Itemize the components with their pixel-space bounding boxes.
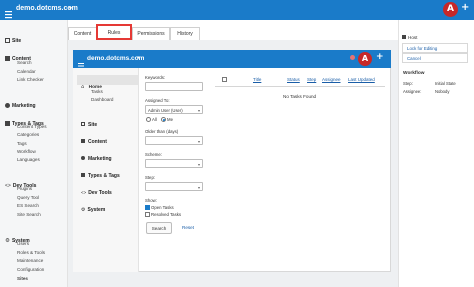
inner-nav-types-tags[interactable]: Types & Tags xyxy=(81,164,120,182)
resolved-tasks-label: Resolved Tasks xyxy=(151,212,182,217)
sidebar-item-marketing[interactable]: Marketing xyxy=(5,94,36,112)
sidebar-sub-maintenance[interactable]: Maintenance xyxy=(17,258,43,263)
chevron-down-icon: ▾ xyxy=(197,139,200,144)
sidebar-sub-calendar[interactable]: Calendar xyxy=(17,69,36,74)
resolved-tasks-checkbox[interactable] xyxy=(145,212,150,217)
workflow-step-key: Step: xyxy=(403,81,413,86)
select-all-checkbox[interactable] xyxy=(222,77,227,82)
step-select[interactable]: ▾ xyxy=(145,182,203,191)
assigned-to-select[interactable]: Admin User (User) ▾ xyxy=(145,105,203,114)
show-label: Show: xyxy=(145,198,157,203)
sidebar-sub-link-checker[interactable]: Link Checker xyxy=(17,77,44,82)
add-icon[interactable]: + xyxy=(461,2,469,13)
inner-notification-icon[interactable] xyxy=(350,55,355,60)
inner-types-icon xyxy=(81,173,85,177)
sidebar-sub-languages[interactable]: Languages xyxy=(17,157,40,162)
types-icon xyxy=(5,121,10,126)
tab-content[interactable]: Content xyxy=(68,27,97,40)
gear-icon: ⚙ xyxy=(5,238,10,244)
open-tasks-checkbox[interactable] xyxy=(145,205,150,210)
sidebar-sub-users[interactable]: Users xyxy=(17,241,29,246)
column-title[interactable]: Title xyxy=(253,77,261,82)
sidebar-sub-workflow[interactable]: Workflow xyxy=(17,149,36,154)
home-icon: ⌂ xyxy=(81,84,85,90)
chevron-down-icon: ▾ xyxy=(197,108,200,113)
results-table: Title Status Step Assignee Last Updated … xyxy=(215,76,385,106)
assigned-to-label: Assigned To: xyxy=(145,98,170,103)
sidebar-sub-search[interactable]: Search xyxy=(17,60,32,65)
inner-nav-tasks[interactable]: Tasks xyxy=(91,89,103,94)
code-icon: <> xyxy=(5,183,11,189)
sidebar-sub-roles-tools[interactable]: Roles & Tools xyxy=(17,250,45,255)
inner-nav-system[interactable]: ⚙ System xyxy=(81,198,105,216)
column-step[interactable]: Step xyxy=(307,77,316,82)
reset-link[interactable]: Reset xyxy=(182,225,194,230)
sidebar-sub-categories[interactable]: Categories xyxy=(17,132,39,137)
inner-site-selector[interactable]: demo.dotcms.com xyxy=(87,55,144,62)
sidebar-sub-sites[interactable]: Sites xyxy=(17,276,28,281)
cancel-link[interactable]: Cancel xyxy=(402,53,468,63)
keywords-input[interactable] xyxy=(145,82,203,91)
top-bar: demo.dotcms.com ▾ A + xyxy=(0,0,474,20)
avatar[interactable]: A xyxy=(443,2,458,17)
column-status[interactable]: Status xyxy=(287,77,300,82)
chevron-down-icon: ▾ xyxy=(197,185,200,190)
me-label: Me xyxy=(167,117,173,122)
inner-top-bar: demo.dotcms.com ▾ A + xyxy=(73,50,391,69)
inner-nav-dashboard[interactable]: Dashboard xyxy=(91,97,113,102)
content-icon xyxy=(5,56,10,61)
inner-avatar[interactable]: A xyxy=(358,52,372,66)
step-label: Step: xyxy=(145,175,156,180)
host-indicator: Host xyxy=(402,26,417,44)
inner-site-icon xyxy=(81,122,85,126)
tab-history[interactable]: History xyxy=(170,27,200,40)
tab-rules[interactable]: Rules xyxy=(96,24,132,40)
scheme-select[interactable]: ▾ xyxy=(145,159,203,168)
tab-permissions[interactable]: Permissions xyxy=(132,27,170,40)
workflow-assignee-key: Assignee: xyxy=(403,89,422,94)
column-last-updated[interactable]: Last Updated xyxy=(348,77,375,82)
empty-message: No Tasks Found xyxy=(283,94,317,99)
chevron-down-icon: ▾ xyxy=(197,162,200,167)
sidebar-sub-plugins[interactable]: Plugins xyxy=(17,186,32,191)
table-divider xyxy=(215,86,385,87)
workflow-assignee-value: Nobody xyxy=(435,89,450,94)
me-radio[interactable] xyxy=(161,117,166,122)
sidebar-sub-tags[interactable]: Tags xyxy=(17,141,27,146)
sidebar-sub-es-search[interactable]: ES Search xyxy=(17,203,39,208)
marketing-icon xyxy=(5,103,10,108)
all-label: All xyxy=(152,117,157,122)
sidebar-sub-configuration[interactable]: Configuration xyxy=(17,267,44,272)
sidebar-sub-site-search[interactable]: Site Search xyxy=(17,212,41,217)
inner-nav-dev-tools[interactable]: <> Dev Tools xyxy=(81,181,112,199)
open-tasks-label: Open Tasks xyxy=(151,205,174,210)
inner-nav-marketing[interactable]: Marketing xyxy=(81,147,112,165)
older-than-label: Older than (days) xyxy=(145,129,179,134)
workflow-heading: Workflow xyxy=(403,71,425,76)
column-assignee[interactable]: Assignee xyxy=(322,77,341,82)
keywords-label: Keywords: xyxy=(145,75,166,80)
inner-marketing-icon xyxy=(81,156,85,160)
inner-nav-site[interactable]: Site xyxy=(81,113,97,131)
older-than-select[interactable]: ▾ xyxy=(145,136,203,145)
search-button[interactable]: Search xyxy=(146,222,172,234)
inner-nav-content[interactable]: Content xyxy=(81,130,107,148)
inner-content-icon xyxy=(81,139,85,143)
inner-nav-home[interactable]: ⌂ Home xyxy=(77,75,138,90)
sidebar-sub-query-tool[interactable]: Query Tool xyxy=(17,195,39,200)
menu-icon[interactable] xyxy=(5,6,12,19)
scheme-label: Scheme: xyxy=(145,152,162,157)
inner-add-icon[interactable]: + xyxy=(376,52,384,62)
inner-code-icon: <> xyxy=(81,190,87,195)
site-icon xyxy=(5,38,10,43)
sidebar-sub-content-types[interactable]: Content Types xyxy=(17,124,47,129)
host-icon xyxy=(402,35,406,39)
lock-for-editing-link[interactable]: Lock for Editing xyxy=(402,43,468,53)
inner-gear-icon: ⚙ xyxy=(81,207,86,213)
all-radio[interactable] xyxy=(146,117,151,122)
workflow-step-value: Initial State xyxy=(435,81,456,86)
inner-chevron-down-icon[interactable]: ▾ xyxy=(137,55,140,61)
sidebar-item-site[interactable]: Site xyxy=(5,29,21,47)
chevron-down-icon[interactable]: ▾ xyxy=(69,5,72,12)
